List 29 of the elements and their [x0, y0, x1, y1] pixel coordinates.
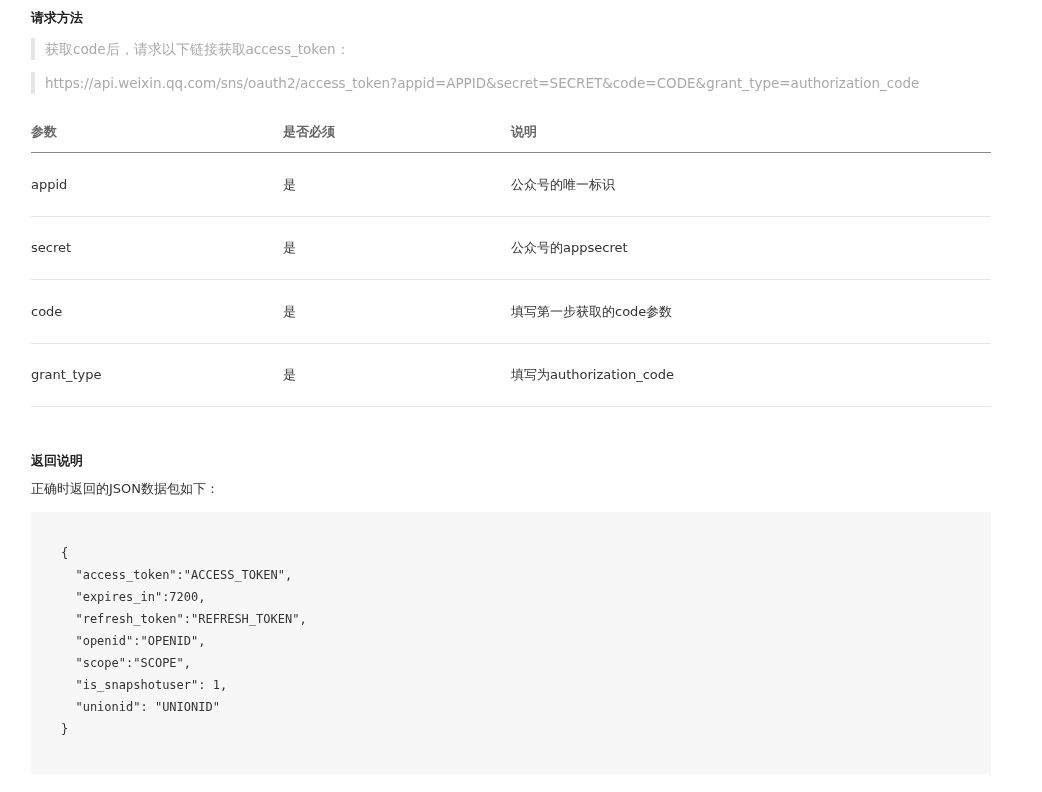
code-line: "expires_in":7200, — [74, 589, 207, 607]
code-line: "scope":"SCOPE", — [74, 655, 193, 673]
table-cell-text: code — [31, 302, 63, 321]
code-line: "openid":"OPENID", — [74, 633, 207, 651]
quote-text: https://api.weixin.qq.com/sns/oauth2/access_token?appid=APPID&secret=SECRET&code=CODE&grant_type=authorization_code — [31, 71, 991, 94]
code-line: "is_snapshotuser": 1, — [74, 677, 229, 695]
body-text: 正确时返回的JSON数据包如下： — [31, 479, 221, 498]
table-cell-text: 公众号的唯一标识 — [511, 175, 615, 194]
table-cell-text: 公众号的appsecret — [511, 239, 628, 258]
code-line: "access_token":"ACCESS_TOKEN", — [74, 567, 294, 585]
code-line: "unionid": "UNIONID" — [74, 699, 221, 717]
column-header: 是否必须 — [283, 109, 511, 154]
quote-text: 获取code后，请求以下链接获取access_token： — [31, 37, 991, 60]
table-cell-text: 填写第一步获取的code参数 — [511, 302, 673, 321]
section-heading: 请求方法 — [31, 10, 84, 26]
table-cell-text: 是 — [283, 175, 296, 194]
column-header: 说明 — [511, 109, 991, 154]
table-cell-text: appid — [31, 175, 68, 194]
table-cell-text: grant_type — [31, 366, 102, 385]
table-cell-text: 是 — [283, 366, 296, 385]
table-cell-text: secret — [31, 239, 72, 258]
column-header: 参数 — [31, 109, 283, 154]
table-cell-text: 填写为authorization_code — [511, 366, 674, 385]
table-cell-text: 是 — [283, 302, 296, 321]
section-heading: 返回说明 — [31, 453, 84, 469]
code-line: } — [61, 721, 70, 739]
code-line: "refresh_token":"REFRESH_TOKEN", — [74, 611, 308, 629]
code-line: { — [61, 545, 70, 563]
table-cell-text: 是 — [283, 239, 296, 258]
